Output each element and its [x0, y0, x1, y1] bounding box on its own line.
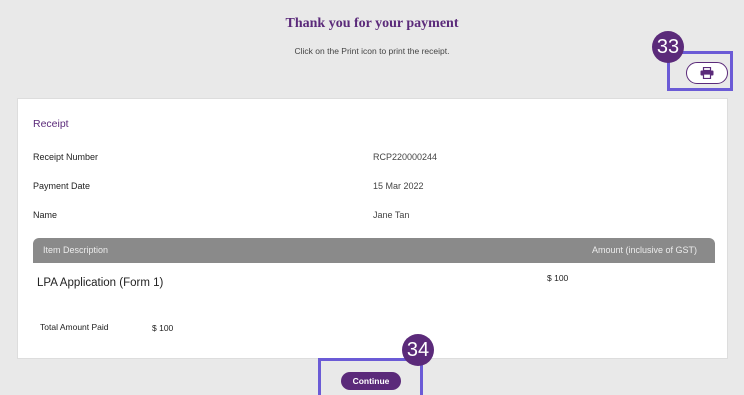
step-badge-34: 34	[402, 334, 434, 366]
item-description: LPA Application (Form 1)	[37, 277, 164, 289]
step-badge-33: 33	[652, 31, 684, 63]
name-value: Jane Tan	[373, 210, 410, 220]
page-title: Thank you for your payment	[285, 16, 459, 31]
item-amount: $ 100	[547, 273, 569, 283]
print-button[interactable]	[686, 62, 728, 84]
page-subtitle: Click on the Print icon to print the rec…	[294, 46, 450, 56]
items-table-header: Item Description Amount (inclusive of GS…	[33, 238, 715, 263]
total-value: $ 100	[152, 323, 174, 333]
payment-date-label: Payment Date	[33, 181, 91, 191]
payment-date-value: 15 Mar 2022	[373, 181, 424, 191]
total-label: Total Amount Paid	[40, 322, 109, 332]
name-label: Name	[33, 210, 58, 220]
amount-header: Amount (inclusive of GST)	[591, 245, 697, 255]
receipt-number-value: RCP220000244	[373, 152, 438, 162]
receipt-card: Receipt Receipt Number RCP220000244 Paym…	[17, 98, 728, 359]
receipt-heading: Receipt	[33, 118, 69, 130]
printer-icon	[700, 67, 714, 79]
receipt-number-label: Receipt Number	[33, 152, 99, 162]
continue-button[interactable]: Continue	[341, 372, 401, 390]
item-description-header: Item Description	[43, 245, 109, 255]
